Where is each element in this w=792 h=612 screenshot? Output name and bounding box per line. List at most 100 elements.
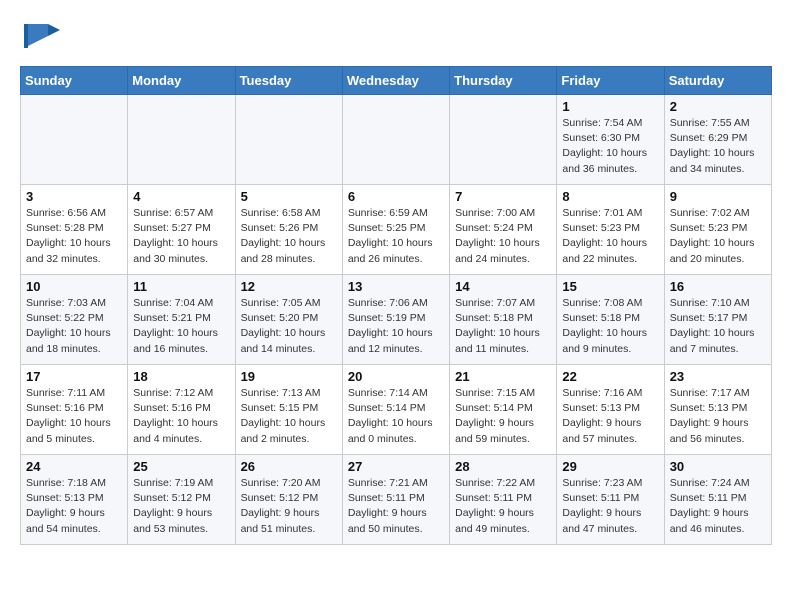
day-number: 2 bbox=[670, 99, 766, 114]
day-info: Sunrise: 7:54 AM Sunset: 6:30 PM Dayligh… bbox=[562, 116, 658, 177]
weekday-header-row: SundayMondayTuesdayWednesdayThursdayFrid… bbox=[21, 67, 772, 95]
calendar-cell: 19 Sunrise: 7:13 AM Sunset: 5:15 PM Dayli… bbox=[235, 365, 342, 455]
calendar-cell: 15 Sunrise: 7:08 AM Sunset: 5:18 PM Dayli… bbox=[557, 275, 664, 365]
calendar-cell bbox=[128, 95, 235, 185]
day-number: 17 bbox=[26, 369, 122, 384]
day-number: 12 bbox=[241, 279, 337, 294]
logo-icon bbox=[20, 16, 60, 56]
calendar-cell: 29 Sunrise: 7:23 AM Sunset: 5:11 PM Dayli… bbox=[557, 455, 664, 545]
calendar-cell: 21 Sunrise: 7:15 AM Sunset: 5:14 PM Dayli… bbox=[450, 365, 557, 455]
calendar-cell: 26 Sunrise: 7:20 AM Sunset: 5:12 PM Dayli… bbox=[235, 455, 342, 545]
calendar-cell bbox=[235, 95, 342, 185]
calendar-table: SundayMondayTuesdayWednesdayThursdayFrid… bbox=[20, 66, 772, 545]
calendar-cell: 7Sunrise: 7:00 AM Sunset: 5:24 PM Daylig… bbox=[450, 185, 557, 275]
day-number: 6 bbox=[348, 189, 444, 204]
calendar-cell: 16 Sunrise: 7:10 AM Sunset: 5:17 PM Dayli… bbox=[664, 275, 771, 365]
day-number: 20 bbox=[348, 369, 444, 384]
day-info: Sunrise: 7:13 AM Sunset: 5:15 PM Dayligh… bbox=[241, 386, 337, 447]
day-number: 21 bbox=[455, 369, 551, 384]
calendar-cell: 24 Sunrise: 7:18 AM Sunset: 5:13 PM Dayli… bbox=[21, 455, 128, 545]
weekday-header-friday: Friday bbox=[557, 67, 664, 95]
calendar-week-5: 24 Sunrise: 7:18 AM Sunset: 5:13 PM Dayli… bbox=[21, 455, 772, 545]
calendar-cell: 4 Sunrise: 6:57 AM Sunset: 5:27 PM Daylig… bbox=[128, 185, 235, 275]
header bbox=[20, 16, 772, 56]
day-info: Sunrise: 7:03 AM Sunset: 5:22 PM Dayligh… bbox=[26, 296, 122, 357]
calendar-cell bbox=[21, 95, 128, 185]
calendar-cell: 6 Sunrise: 6:59 AM Sunset: 5:25 PM Daylig… bbox=[342, 185, 449, 275]
weekday-header-saturday: Saturday bbox=[664, 67, 771, 95]
calendar-cell: 3 Sunrise: 6:56 AM Sunset: 5:28 PM Daylig… bbox=[21, 185, 128, 275]
day-info: Sunrise: 7:15 AM Sunset: 5:14 PM Dayligh… bbox=[455, 386, 551, 447]
day-info: Sunrise: 6:58 AM Sunset: 5:26 PM Dayligh… bbox=[241, 206, 337, 267]
calendar-cell: 10Sunrise: 7:03 AM Sunset: 5:22 PM Dayli… bbox=[21, 275, 128, 365]
day-number: 29 bbox=[562, 459, 658, 474]
day-number: 7 bbox=[455, 189, 551, 204]
day-number: 18 bbox=[133, 369, 229, 384]
day-number: 27 bbox=[348, 459, 444, 474]
day-number: 3 bbox=[26, 189, 122, 204]
calendar-cell: 25 Sunrise: 7:19 AM Sunset: 5:12 PM Dayli… bbox=[128, 455, 235, 545]
calendar-cell: 20 Sunrise: 7:14 AM Sunset: 5:14 PM Dayli… bbox=[342, 365, 449, 455]
day-info: Sunrise: 7:17 AM Sunset: 5:13 PM Dayligh… bbox=[670, 386, 766, 447]
day-number: 16 bbox=[670, 279, 766, 294]
day-info: Sunrise: 7:01 AM Sunset: 5:23 PM Dayligh… bbox=[562, 206, 658, 267]
calendar-cell: 22Sunrise: 7:16 AM Sunset: 5:13 PM Dayli… bbox=[557, 365, 664, 455]
day-info: Sunrise: 7:12 AM Sunset: 5:16 PM Dayligh… bbox=[133, 386, 229, 447]
weekday-header-thursday: Thursday bbox=[450, 67, 557, 95]
calendar-week-3: 10Sunrise: 7:03 AM Sunset: 5:22 PM Dayli… bbox=[21, 275, 772, 365]
weekday-header-tuesday: Tuesday bbox=[235, 67, 342, 95]
day-info: Sunrise: 7:20 AM Sunset: 5:12 PM Dayligh… bbox=[241, 476, 337, 537]
logo bbox=[20, 16, 64, 56]
day-number: 5 bbox=[241, 189, 337, 204]
weekday-header-wednesday: Wednesday bbox=[342, 67, 449, 95]
day-number: 26 bbox=[241, 459, 337, 474]
day-number: 22 bbox=[562, 369, 658, 384]
day-info: Sunrise: 7:08 AM Sunset: 5:18 PM Dayligh… bbox=[562, 296, 658, 357]
day-info: Sunrise: 7:18 AM Sunset: 5:13 PM Dayligh… bbox=[26, 476, 122, 537]
day-info: Sunrise: 7:22 AM Sunset: 5:11 PM Dayligh… bbox=[455, 476, 551, 537]
calendar-cell bbox=[342, 95, 449, 185]
calendar-cell: 23 Sunrise: 7:17 AM Sunset: 5:13 PM Dayli… bbox=[664, 365, 771, 455]
calendar-cell: 28 Sunrise: 7:22 AM Sunset: 5:11 PM Dayli… bbox=[450, 455, 557, 545]
day-number: 9 bbox=[670, 189, 766, 204]
calendar-cell: 12Sunrise: 7:05 AM Sunset: 5:20 PM Dayli… bbox=[235, 275, 342, 365]
day-info: Sunrise: 6:57 AM Sunset: 5:27 PM Dayligh… bbox=[133, 206, 229, 267]
day-info: Sunrise: 7:11 AM Sunset: 5:16 PM Dayligh… bbox=[26, 386, 122, 447]
day-info: Sunrise: 7:06 AM Sunset: 5:19 PM Dayligh… bbox=[348, 296, 444, 357]
calendar-body: 1 Sunrise: 7:54 AM Sunset: 6:30 PM Daylig… bbox=[21, 95, 772, 545]
weekday-header-sunday: Sunday bbox=[21, 67, 128, 95]
calendar-cell: 9 Sunrise: 7:02 AM Sunset: 5:23 PM Daylig… bbox=[664, 185, 771, 275]
day-number: 11 bbox=[133, 279, 229, 294]
day-info: Sunrise: 7:14 AM Sunset: 5:14 PM Dayligh… bbox=[348, 386, 444, 447]
day-number: 25 bbox=[133, 459, 229, 474]
weekday-header-monday: Monday bbox=[128, 67, 235, 95]
day-info: Sunrise: 6:56 AM Sunset: 5:28 PM Dayligh… bbox=[26, 206, 122, 267]
day-number: 14 bbox=[455, 279, 551, 294]
day-info: Sunrise: 7:55 AM Sunset: 6:29 PM Dayligh… bbox=[670, 116, 766, 177]
day-info: Sunrise: 7:07 AM Sunset: 5:18 PM Dayligh… bbox=[455, 296, 551, 357]
day-info: Sunrise: 7:10 AM Sunset: 5:17 PM Dayligh… bbox=[670, 296, 766, 357]
calendar-cell: 8Sunrise: 7:01 AM Sunset: 5:23 PM Daylig… bbox=[557, 185, 664, 275]
day-number: 4 bbox=[133, 189, 229, 204]
calendar-week-4: 17 Sunrise: 7:11 AM Sunset: 5:16 PM Dayli… bbox=[21, 365, 772, 455]
day-number: 30 bbox=[670, 459, 766, 474]
calendar-cell: 27Sunrise: 7:21 AM Sunset: 5:11 PM Dayli… bbox=[342, 455, 449, 545]
calendar-cell: 14 Sunrise: 7:07 AM Sunset: 5:18 PM Dayli… bbox=[450, 275, 557, 365]
day-number: 28 bbox=[455, 459, 551, 474]
day-info: Sunrise: 7:19 AM Sunset: 5:12 PM Dayligh… bbox=[133, 476, 229, 537]
day-info: Sunrise: 7:04 AM Sunset: 5:21 PM Dayligh… bbox=[133, 296, 229, 357]
calendar-cell: 1 Sunrise: 7:54 AM Sunset: 6:30 PM Daylig… bbox=[557, 95, 664, 185]
day-number: 1 bbox=[562, 99, 658, 114]
day-info: Sunrise: 7:23 AM Sunset: 5:11 PM Dayligh… bbox=[562, 476, 658, 537]
calendar-cell: 5 Sunrise: 6:58 AM Sunset: 5:26 PM Daylig… bbox=[235, 185, 342, 275]
day-number: 13 bbox=[348, 279, 444, 294]
calendar-header: SundayMondayTuesdayWednesdayThursdayFrid… bbox=[21, 67, 772, 95]
day-number: 23 bbox=[670, 369, 766, 384]
day-info: Sunrise: 6:59 AM Sunset: 5:25 PM Dayligh… bbox=[348, 206, 444, 267]
day-number: 15 bbox=[562, 279, 658, 294]
day-number: 24 bbox=[26, 459, 122, 474]
day-number: 19 bbox=[241, 369, 337, 384]
calendar-week-2: 3 Sunrise: 6:56 AM Sunset: 5:28 PM Daylig… bbox=[21, 185, 772, 275]
calendar-cell: 17 Sunrise: 7:11 AM Sunset: 5:16 PM Dayli… bbox=[21, 365, 128, 455]
day-info: Sunrise: 7:02 AM Sunset: 5:23 PM Dayligh… bbox=[670, 206, 766, 267]
